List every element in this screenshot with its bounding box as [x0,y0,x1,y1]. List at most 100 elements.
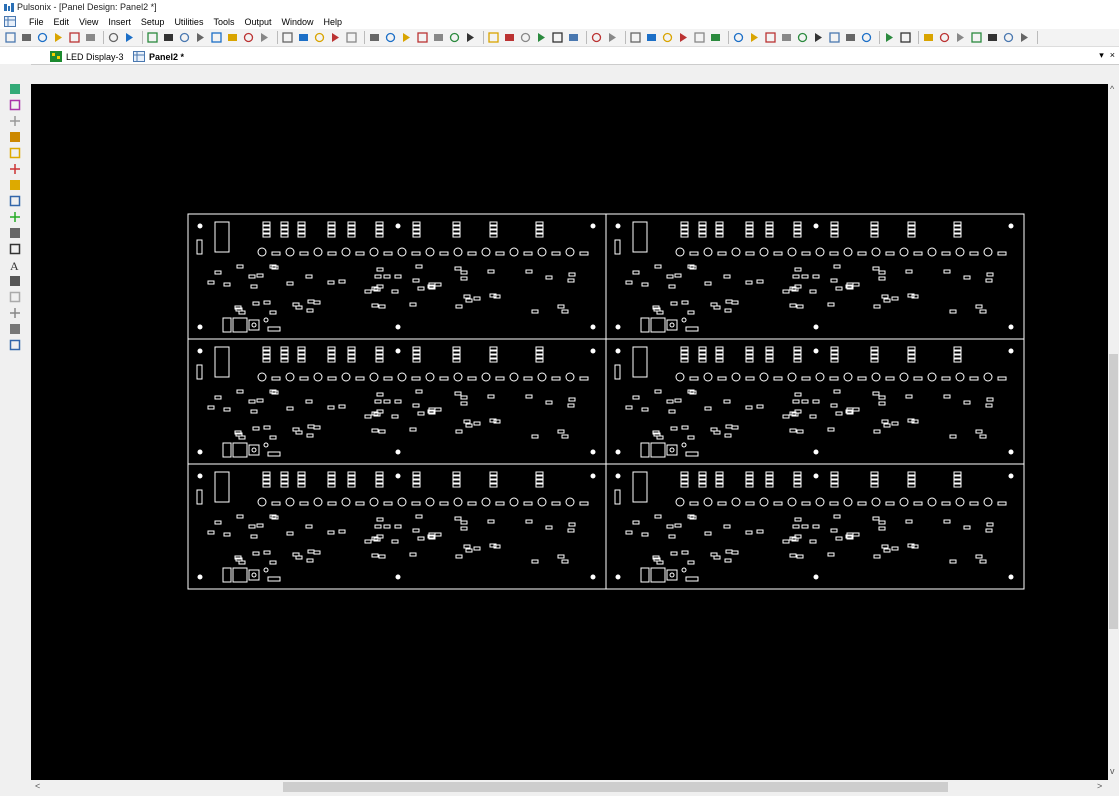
side-tool-icon[interactable] [8,274,22,288]
vertical-scrollbar[interactable]: ^ v [1108,84,1119,780]
scroll-right-icon[interactable]: > [1097,781,1102,791]
toolbar-tool-icon[interactable] [812,31,825,44]
toolbar-tool-icon[interactable] [210,31,223,44]
toolbar-tool-icon[interactable] [313,31,326,44]
side-tool-icon[interactable]: A [8,258,22,272]
toolbar-tool-icon[interactable] [368,31,381,44]
vertical-scroll-thumb[interactable] [1109,354,1118,629]
toolbar-tool-icon[interactable] [432,31,445,44]
menu-edit[interactable]: Edit [49,17,75,27]
side-tool-icon[interactable] [8,194,22,208]
toolbar-tool-icon[interactable] [146,31,159,44]
toolbar-tool-icon[interactable] [938,31,951,44]
toolbar-tool-icon[interactable] [661,31,674,44]
toolbar-tool-icon[interactable] [986,31,999,44]
toolbar-tool-icon[interactable] [780,31,793,44]
side-tool-icon[interactable] [8,130,22,144]
toolbar-tool-icon[interactable] [84,31,97,44]
toolbar-tool-icon[interactable] [1002,31,1015,44]
menu-help[interactable]: Help [319,17,348,27]
toolbar-tool-icon[interactable] [519,31,532,44]
toolbar-tool-icon[interactable] [1018,31,1031,44]
toolbar-tool-icon[interactable] [487,31,500,44]
design-canvas[interactable] [31,84,1108,780]
toolbar-tool-icon[interactable] [606,31,619,44]
toolbar-tool-icon[interactable] [709,31,722,44]
menu-window[interactable]: Window [277,17,319,27]
toolbar-tool-icon[interactable] [464,31,477,44]
toolbar-tool-icon[interactable] [4,31,17,44]
side-tool-icon[interactable] [8,210,22,224]
toolbar-tool-icon[interactable] [748,31,761,44]
horizontal-scrollbar[interactable]: < > [31,780,1108,794]
toolbar-tool-icon[interactable] [899,31,912,44]
toolbar-tool-icon[interactable] [226,31,239,44]
side-tool-icon[interactable] [8,98,22,112]
toolbar-tool-icon[interactable] [68,31,81,44]
toolbar-tool-icon[interactable] [123,31,136,44]
menu-insert[interactable]: Insert [103,17,136,27]
toolbar-tool-icon[interactable] [796,31,809,44]
toolbar-tool-icon[interactable] [178,31,191,44]
toolbar-tool-icon[interactable] [503,31,516,44]
toolbar-tool-icon[interactable] [764,31,777,44]
toolbar-tool-icon[interactable] [567,31,580,44]
close-icon[interactable]: × [1110,50,1115,61]
menu-output[interactable]: Output [239,17,276,27]
toolbar-tool-icon[interactable] [590,31,603,44]
toolbar-tool-icon[interactable] [883,31,896,44]
scroll-left-icon[interactable]: < [35,781,40,791]
side-tool-icon[interactable] [8,290,22,304]
menu-utilities[interactable]: Utilities [169,17,208,27]
side-tool-icon[interactable] [8,162,22,176]
scroll-down-icon[interactable]: v [1110,766,1115,776]
side-tool-icon[interactable] [8,322,22,336]
toolbar-tool-icon[interactable] [384,31,397,44]
toolbar-tool-icon[interactable] [844,31,857,44]
toolbar-tool-icon[interactable] [922,31,935,44]
toolbar-tool-icon[interactable] [677,31,690,44]
toolbar-tool-icon[interactable] [535,31,548,44]
toolbar-tool-icon[interactable] [645,31,658,44]
horizontal-scroll-thumb[interactable] [283,782,948,792]
menu-file[interactable]: File [24,17,49,27]
menu-tools[interactable]: Tools [208,17,239,27]
tab-panel2[interactable]: Panel2 * [133,49,184,64]
toolbar-tool-icon[interactable] [828,31,841,44]
side-tool-icon[interactable] [8,114,22,128]
menu-setup[interactable]: Setup [136,17,170,27]
toolbar-tool-icon[interactable] [345,31,358,44]
toolbar-tool-icon[interactable] [400,31,413,44]
toolbar-tool-icon[interactable] [970,31,983,44]
toolbar-tool-icon[interactable] [242,31,255,44]
toolbar-tool-icon[interactable] [954,31,967,44]
toolbar-tool-icon[interactable] [281,31,294,44]
toolbar-tool-icon[interactable] [52,31,65,44]
toolbar-tool-icon[interactable] [107,31,120,44]
toolbar-tool-icon[interactable] [194,31,207,44]
toolbar-tool-icon[interactable] [551,31,564,44]
panel-doc-icon[interactable] [4,16,16,27]
toolbar-tool-icon[interactable] [297,31,310,44]
side-tool-icon[interactable] [8,242,22,256]
toolbar-tool-icon[interactable] [629,31,642,44]
side-tool-icon[interactable] [8,226,22,240]
toolbar-tool-icon[interactable] [448,31,461,44]
side-tool-icon[interactable] [8,306,22,320]
side-tool-icon[interactable] [8,178,22,192]
toolbar-tool-icon[interactable] [693,31,706,44]
side-tool-icon[interactable] [8,146,22,160]
toolbar-tool-icon[interactable] [416,31,429,44]
tab-dropdown-icon[interactable]: ▾ [1099,50,1104,61]
scroll-up-icon[interactable]: ^ [1110,84,1114,94]
menu-view[interactable]: View [74,17,103,27]
toolbar-tool-icon[interactable] [732,31,745,44]
toolbar-tool-icon[interactable] [860,31,873,44]
tab-led-display-3[interactable]: LED Display-3 [50,49,124,64]
toolbar-tool-icon[interactable] [258,31,271,44]
toolbar-tool-icon[interactable] [162,31,175,44]
toolbar-tool-icon[interactable] [329,31,342,44]
toolbar-tool-icon[interactable] [36,31,49,44]
side-tool-icon[interactable] [8,82,22,96]
toolbar-tool-icon[interactable] [20,31,33,44]
